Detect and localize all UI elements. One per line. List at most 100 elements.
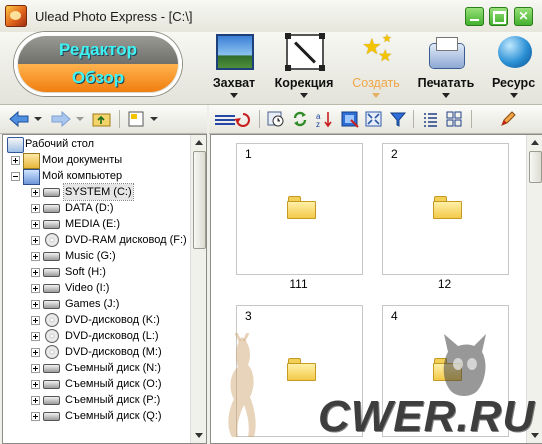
folder-up-icon[interactable]	[92, 110, 112, 128]
folder-icon	[433, 196, 462, 219]
tree-item-label: DVD-RAM дисковод (F:)	[65, 234, 187, 246]
drive-icon	[43, 300, 60, 309]
folder-icon	[287, 358, 316, 381]
main-toolbar: Редактор Обзор Захват Корекция ★ ★ ★ Соз…	[0, 32, 542, 105]
drive-icon	[43, 284, 60, 293]
expand-toggle[interactable]	[31, 412, 40, 421]
svg-text:z: z	[316, 120, 320, 128]
expand-toggle[interactable]	[31, 204, 40, 213]
expand-toggle[interactable]	[31, 316, 40, 325]
drive-icon	[43, 188, 60, 197]
minimize-button[interactable]	[465, 7, 484, 26]
scrollbar-thumb[interactable]	[193, 151, 206, 249]
scroll-up-icon[interactable]	[531, 140, 539, 145]
tree-item-label: Рабочий стол	[25, 138, 95, 150]
tool-resource-label: Ресурс	[492, 76, 536, 90]
expand-toggle[interactable]	[31, 268, 40, 277]
folder-icon	[287, 196, 316, 219]
tree-item-label: Мои документы	[42, 154, 123, 166]
forward-arrow-icon[interactable]	[50, 110, 84, 128]
refresh-icon[interactable]	[291, 110, 309, 128]
expand-toggle[interactable]	[31, 364, 40, 373]
drive-icon	[43, 364, 60, 373]
correction-icon	[285, 33, 322, 68]
expand-toggle[interactable]	[31, 300, 40, 309]
optical-drive-icon	[45, 329, 59, 343]
chevron-down-icon[interactable]	[510, 93, 518, 98]
scrollbar-thumb[interactable]	[529, 151, 542, 183]
chevron-down-icon[interactable]	[372, 93, 380, 98]
select-all-icon[interactable]	[341, 110, 359, 128]
my-documents-icon	[23, 153, 40, 169]
filter-icon[interactable]	[389, 110, 407, 128]
sort-az-icon[interactable]: a z	[315, 110, 335, 128]
tree-item-label: DVD-дисковод (K:)	[65, 314, 160, 326]
globe-icon	[498, 36, 532, 68]
tree-item-label: Video (I:)	[65, 282, 110, 294]
view-mode-icon[interactable]	[128, 110, 162, 128]
drive-icon	[43, 396, 60, 405]
scroll-up-icon[interactable]	[195, 140, 203, 145]
thumbnail-card[interactable]: 1	[236, 143, 363, 275]
tree-item-label: Съемный диск (P:)	[65, 394, 161, 406]
edit-mode-label: Редактор	[59, 40, 137, 59]
tool-correction[interactable]: Корекция	[266, 33, 342, 102]
expand-toggle[interactable]	[31, 188, 40, 197]
thumbnail-number: 3	[245, 309, 252, 323]
tree-item-label: Мой компьютер	[42, 170, 123, 182]
close-button[interactable]: ✕	[514, 7, 533, 26]
printer-icon	[430, 38, 464, 68]
tree-item-label: Съемный диск (N:)	[65, 362, 161, 374]
expand-toggle[interactable]	[31, 332, 40, 341]
thumbnail-caption: 111	[289, 277, 308, 291]
expand-toggle[interactable]	[31, 236, 40, 245]
chevron-down-icon[interactable]	[300, 93, 308, 98]
chevron-down-icon[interactable]	[230, 93, 238, 98]
tree-item-label: Music (G:)	[65, 250, 116, 262]
tool-create-label: Создать	[352, 76, 400, 90]
tree-scrollbar[interactable]	[190, 135, 206, 443]
tool-resource[interactable]: Ресурс	[476, 34, 542, 102]
expand-toggle[interactable]	[31, 284, 40, 293]
expand-toggle[interactable]	[31, 348, 40, 357]
app-icon[interactable]	[5, 5, 27, 27]
drive-icon	[43, 220, 60, 229]
tree-item-label: MEDIA (E:)	[65, 218, 121, 230]
scroll-down-icon[interactable]	[195, 433, 203, 438]
coyote-watermark-image	[228, 333, 256, 437]
folder-tree-list: Рабочий стол Мои документы Мой компьютер…	[3, 135, 189, 443]
mode-switch: Редактор Обзор	[14, 32, 182, 96]
drive-icon	[43, 412, 60, 421]
tool-capture-label: Захват	[212, 76, 256, 90]
expand-toggle[interactable]	[31, 252, 40, 261]
toolbar-separator	[413, 110, 414, 128]
drive-icon	[43, 268, 60, 277]
back-arrow-icon[interactable]	[8, 110, 42, 128]
tree-item-label: DVD-дисковод (M:)	[65, 346, 162, 358]
watermark-text: CWER.RU	[318, 392, 536, 441]
toolbar-separator	[259, 110, 260, 128]
tool-create[interactable]: ★ ★ ★ Создать	[338, 33, 414, 102]
optical-drive-icon	[45, 233, 59, 247]
tree-item-label: DVD-дисковод (L:)	[65, 330, 159, 342]
undo-list-icon[interactable]	[213, 110, 253, 128]
fit-view-icon[interactable]	[365, 110, 383, 128]
expand-toggle[interactable]	[31, 396, 40, 405]
expand-toggle[interactable]	[31, 220, 40, 229]
chevron-down-icon[interactable]	[442, 93, 450, 98]
desktop-icon	[7, 137, 24, 153]
expand-toggle[interactable]	[31, 380, 40, 389]
list-view-icon[interactable]	[421, 110, 439, 128]
tool-print[interactable]: Печатать	[408, 34, 484, 102]
maximize-button[interactable]	[489, 7, 508, 26]
thumbnail-card[interactable]: 2	[382, 143, 509, 275]
clock-icon[interactable]	[267, 110, 285, 128]
thumbnail-view-icon[interactable]	[445, 110, 463, 128]
expand-toggle[interactable]	[11, 156, 20, 165]
thumbnail-caption: 12	[437, 277, 452, 291]
pencil-icon[interactable]	[499, 110, 517, 128]
window-title: Ulead Photo Express - [C:\]	[35, 9, 193, 24]
collapse-toggle[interactable]	[11, 172, 20, 181]
toolbar-separator	[119, 110, 120, 128]
tool-capture[interactable]: Захват	[196, 34, 272, 102]
